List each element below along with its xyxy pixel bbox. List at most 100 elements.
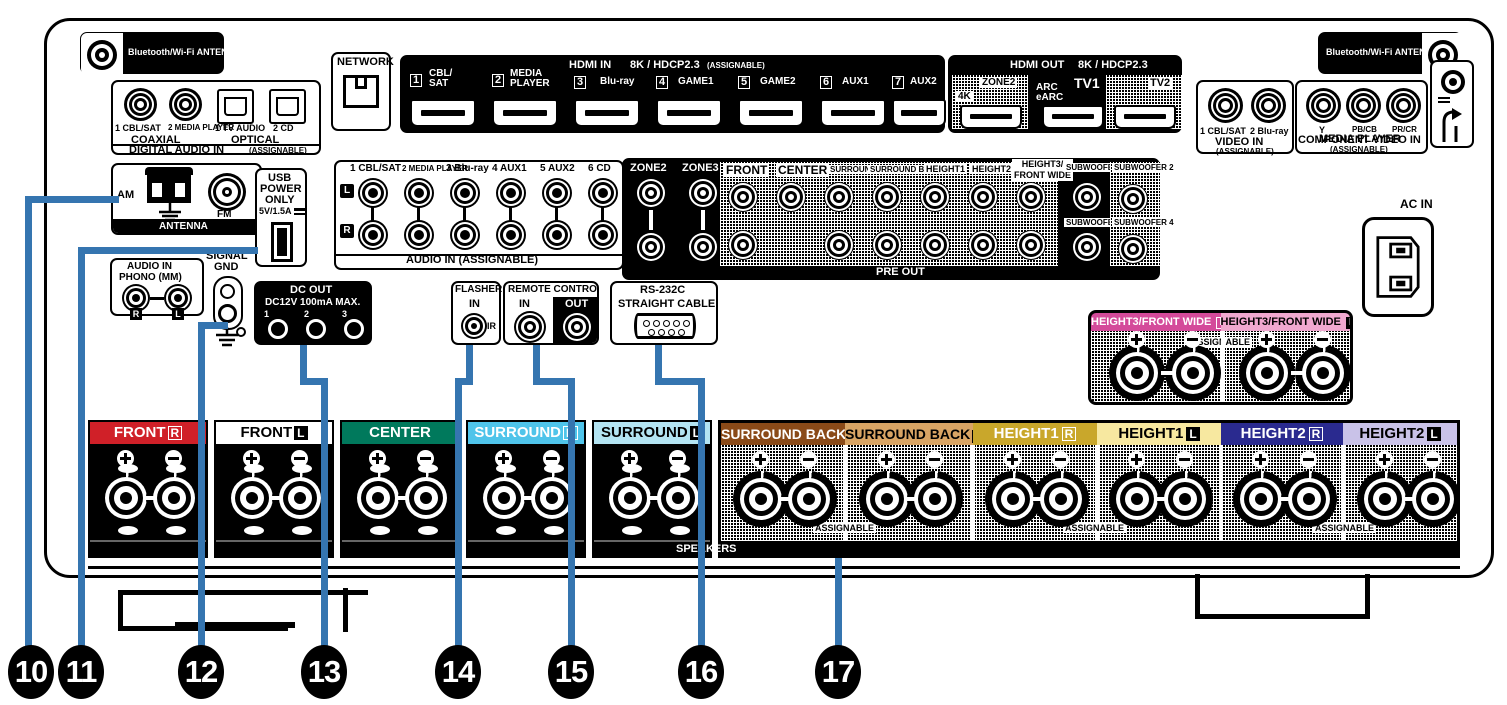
audio-in-jack-1-r[interactable] — [358, 220, 388, 250]
bt-antenna-left-f-connector[interactable] — [87, 40, 117, 70]
video-in-jack-bluray[interactable] — [1251, 88, 1286, 123]
callout-15[interactable]: 15 — [548, 645, 594, 699]
remote-control-in-jack[interactable] — [514, 311, 546, 343]
pre-out-jack-height2-r[interactable] — [968, 230, 998, 260]
usb-port[interactable] — [271, 222, 293, 262]
height3-l-post-plus[interactable] — [1239, 345, 1295, 401]
dc-out-jack-3[interactable] — [344, 319, 364, 339]
pre-out-jack-sub3[interactable] — [1072, 232, 1102, 262]
hdmi-in-port-6[interactable] — [820, 99, 886, 127]
center-tab-minus-b — [418, 526, 438, 535]
rs232c-db9-connector[interactable] — [634, 313, 696, 339]
speaker-name-height2-l: HEIGHT2 — [1359, 425, 1425, 442]
network-block: NETWORK — [331, 52, 394, 131]
fm-terminal[interactable] — [208, 173, 246, 211]
pre-out-jack-center[interactable] — [776, 182, 806, 212]
callout-10[interactable]: 10 — [8, 645, 54, 699]
pre-out-jack-height2-l[interactable] — [968, 182, 998, 212]
flasher-in-jack[interactable] — [461, 313, 487, 339]
pre-out-jack-height1-r[interactable] — [920, 230, 950, 260]
pre-out-jack-height3-l[interactable] — [1016, 182, 1046, 212]
pre-out-jack-sub4[interactable] — [1118, 234, 1148, 264]
callout-16[interactable]: 16 — [678, 645, 724, 699]
height3-r-post-plus[interactable] — [1109, 345, 1165, 401]
audio-in-jack-5-l[interactable] — [542, 178, 572, 208]
hdmi-out-sub-4k: 4K — [956, 91, 973, 102]
hdmi-in-port-1[interactable] — [410, 99, 476, 127]
audio-in-jack-6-l[interactable] — [588, 178, 618, 208]
hdmi-in-port-2[interactable] — [492, 99, 558, 127]
dc-out-jack-2[interactable] — [306, 319, 326, 339]
remote-control-out-label: OUT — [565, 298, 589, 310]
pre-out-jack-surround-l[interactable] — [824, 182, 854, 212]
audio-in-jack-2-r[interactable] — [404, 220, 434, 250]
height3-l-side: L — [1345, 317, 1350, 329]
video-in-jack-cbl-sat[interactable] — [1208, 88, 1243, 123]
pre-out-jack-sub2[interactable] — [1118, 184, 1148, 214]
height1-l-minus-icon — [1176, 451, 1193, 468]
pre-out-jack-front-l[interactable] — [728, 182, 758, 212]
surround-r-tab-minus-b — [544, 526, 564, 535]
optical-jack-cd[interactable] — [269, 89, 306, 124]
audio-in-jack-2-l[interactable] — [404, 178, 434, 208]
callout-14[interactable]: 14 — [435, 645, 481, 699]
dc-out-jack-1[interactable] — [268, 319, 288, 339]
audio-in-jack-6-r[interactable] — [588, 220, 618, 250]
pre-out-jack-surround-r[interactable] — [824, 230, 854, 260]
audio-in-jack-4-l[interactable] — [496, 178, 526, 208]
callout-12[interactable]: 12 — [178, 645, 224, 699]
hdmi-in-port-3[interactable] — [574, 99, 640, 127]
pre-out-jack-sback-l[interactable] — [872, 182, 902, 212]
hdmi-in-port-7[interactable] — [892, 99, 946, 127]
callout-13[interactable]: 13 — [301, 645, 347, 699]
hdmi-in-assignable: (ASSIGNABLE) — [707, 61, 765, 70]
audio-in-jack-3-r[interactable] — [450, 220, 480, 250]
hdmi-in-port-4[interactable] — [656, 99, 722, 127]
height1-r-plus-icon — [1004, 451, 1021, 468]
am-terminal[interactable] — [145, 167, 193, 203]
height1-l-bridge — [1155, 497, 1167, 501]
pre-out-zone3-jack-r[interactable] — [688, 232, 718, 262]
optical-jack-tv-audio[interactable] — [217, 89, 254, 124]
pre-out-zone2-jack-l[interactable] — [636, 178, 666, 208]
component-jack-pb[interactable] — [1346, 88, 1381, 123]
coax-jack-media-player[interactable] — [169, 88, 202, 121]
audio-in-jack-4-r[interactable] — [496, 220, 526, 250]
audio-in-jack-1-l[interactable] — [358, 178, 388, 208]
pre-out-title: PRE OUT — [876, 266, 925, 278]
rs232c-title: RS-232C — [640, 284, 686, 296]
pre-out-zone3-jack-l[interactable] — [688, 178, 718, 208]
speakers-title: SPEAKERS — [676, 543, 737, 555]
pre-out-jack-front-r[interactable] — [728, 230, 758, 260]
pre-out-jack-sub1[interactable] — [1072, 182, 1102, 212]
pre-out-block: ZONE2 ZONE3 FRONT CENTER SURROUND SURROU… — [622, 158, 1176, 280]
network-rj45-jack[interactable] — [343, 75, 379, 108]
speaker-terminal-front-r: FRONT R — [88, 420, 208, 558]
flasher-block: FLASHER IN IR — [451, 281, 502, 345]
audio-in-jack-5-r[interactable] — [542, 220, 572, 250]
callout-17[interactable]: 17 — [815, 645, 861, 699]
component-jack-pr[interactable] — [1386, 88, 1421, 123]
pre-out-jack-sback-r[interactable] — [872, 230, 902, 260]
coax-jack-cbl-sat[interactable] — [124, 88, 157, 121]
component-jack-y[interactable] — [1306, 88, 1341, 123]
hdmi-out-title: HDMI OUT — [1010, 59, 1065, 71]
flasher-ir-label: IR — [487, 321, 496, 331]
ac-in-connector[interactable] — [1362, 217, 1434, 317]
hdmi-out-port-tv1[interactable] — [1042, 105, 1104, 129]
audio-in-label-1: 1 CBL/SAT — [350, 163, 401, 174]
pre-out-jack-height1-l[interactable] — [920, 182, 950, 212]
hdmi-out-sub-arc: ARC eARC — [1036, 82, 1064, 103]
audio-in-jack-3-l[interactable] — [450, 178, 480, 208]
usb-rating: 5V/1.5A — [259, 206, 292, 216]
chassis-vent-2 — [118, 590, 123, 630]
hdmi-out-port-zone2[interactable] — [960, 105, 1022, 129]
hdmi-out-port-tv2[interactable] — [1114, 105, 1176, 129]
pre-out-jack-height3-r[interactable] — [1016, 230, 1046, 260]
digital-audio-in-assignable: (ASSIGNABLE) — [249, 146, 307, 155]
callout-11[interactable]: 11 — [58, 645, 104, 699]
height2-r-bridge — [1279, 497, 1291, 501]
pre-out-zone2-jack-r[interactable] — [636, 232, 666, 262]
remote-control-out-jack[interactable] — [561, 311, 593, 343]
hdmi-in-port-5[interactable] — [738, 99, 804, 127]
